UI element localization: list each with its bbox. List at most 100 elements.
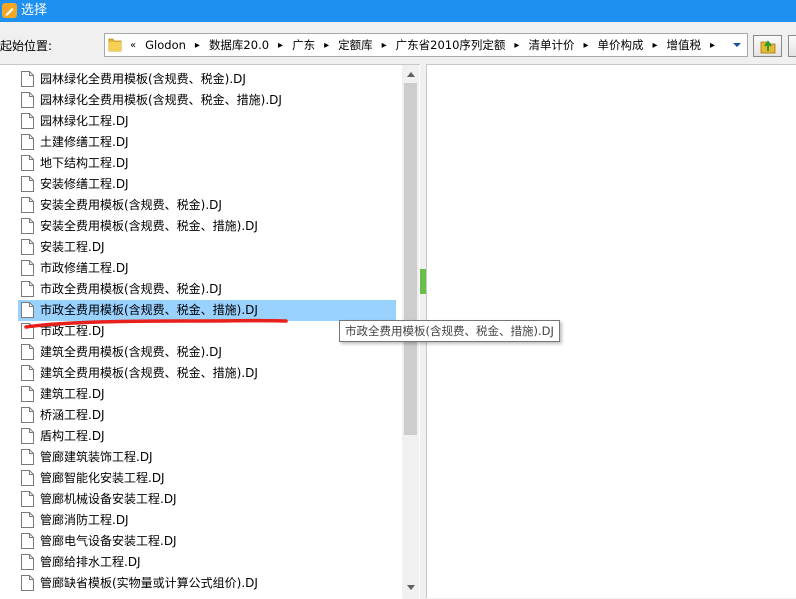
file-name: 安装工程.DJ [40, 240, 105, 254]
file-icon [21, 470, 34, 489]
file-icon [21, 323, 34, 342]
file-icon [21, 554, 34, 573]
breadcrumb-chevron-icon[interactable]: ▸ [321, 40, 332, 51]
file-item[interactable]: 安装工程.DJ [18, 237, 396, 258]
file-icon [21, 239, 34, 258]
scroll-up-button[interactable] [403, 66, 418, 82]
file-icon [21, 281, 34, 300]
breadcrumb-overflow-icon[interactable]: « [127, 40, 139, 51]
window-title: 选择 [21, 3, 48, 18]
file-name: 桥涵工程.DJ [40, 408, 105, 422]
app-icon [2, 3, 17, 18]
scroll-thumb[interactable] [404, 83, 417, 435]
arrow-down-icon [406, 584, 415, 590]
file-icon [21, 218, 34, 237]
location-label: 起始位置: [0, 39, 53, 53]
file-icon [21, 92, 34, 111]
file-name: 管廊缺省模板(实物量或计算公式组价).DJ [40, 576, 258, 590]
file-name: 管廊智能化安装工程.DJ [40, 471, 165, 485]
file-name: 安装修缮工程.DJ [40, 177, 129, 191]
file-item[interactable]: 管廊机械设备安装工程.DJ [18, 489, 396, 510]
file-item[interactable]: 建筑全费用模板(含规费、税金).DJ [18, 342, 396, 363]
breadcrumb-item[interactable]: 单价构成 [591, 37, 649, 53]
file-icon [21, 344, 34, 363]
file-icon [21, 302, 34, 321]
file-item[interactable]: 管廊智能化安装工程.DJ [18, 468, 396, 489]
file-icon [21, 260, 34, 279]
breadcrumb-chevron-icon[interactable]: ▸ [379, 40, 390, 51]
breadcrumb-chevron-icon[interactable]: ▸ [649, 40, 660, 51]
breadcrumb-item[interactable]: 定额库 [332, 37, 379, 53]
file-name: 安装全费用模板(含规费、税金、措施).DJ [40, 219, 258, 233]
folder-icon [108, 37, 122, 56]
folder-up-icon [760, 40, 776, 54]
file-icon [21, 533, 34, 552]
file-name: 园林绿化工程.DJ [40, 114, 129, 128]
file-item[interactable]: 园林绿化全费用模板(含规费、税金、措施).DJ [18, 90, 396, 111]
location-bar: 起始位置: «Glodon ▸ 数据库20.0 ▸ 广东 ▸ 定额库 ▸ 广东省2010序列定额… [0, 22, 796, 64]
breadcrumb-chevron-icon[interactable]: ▸ [707, 40, 718, 51]
file-item[interactable]: 管廊缺省模板(实物量或计算公式组价).DJ [18, 573, 396, 594]
file-item[interactable]: 安装修缮工程.DJ [18, 174, 396, 195]
path-dropdown-button[interactable] [729, 34, 745, 56]
file-icon [21, 512, 34, 531]
file-name: 园林绿化全费用模板(含规费、税金).DJ [40, 72, 246, 86]
file-item[interactable]: 地下结构工程.DJ [18, 153, 396, 174]
file-item[interactable]: 园林绿化全费用模板(含规费、税金).DJ [18, 69, 396, 90]
filename-tooltip: 市政全费用模板(含规费、税金、措施).DJ [339, 320, 560, 342]
file-icon [21, 197, 34, 216]
file-name: 土建修缮工程.DJ [40, 135, 129, 149]
file-name: 市政修缮工程.DJ [40, 261, 129, 275]
chevron-down-icon [733, 43, 741, 47]
file-icon [21, 407, 34, 426]
file-item[interactable]: 建筑全费用模板(含规费、税金、措施).DJ [18, 363, 396, 384]
file-item[interactable]: 土建修缮工程.DJ [18, 132, 396, 153]
file-item[interactable]: 管廊消防工程.DJ [18, 510, 396, 531]
file-name: 建筑全费用模板(含规费、税金、措施).DJ [40, 366, 258, 380]
file-item[interactable]: 管廊建筑装饰工程.DJ [18, 447, 396, 468]
file-name: 地下结构工程.DJ [40, 156, 129, 170]
file-icon [21, 113, 34, 132]
file-name: 市政全费用模板(含规费、税金).DJ [40, 282, 222, 296]
file-item[interactable]: 盾构工程.DJ [18, 426, 396, 447]
file-item[interactable]: 建筑工程.DJ [18, 384, 396, 405]
path-breadcrumb[interactable]: «Glodon ▸ 数据库20.0 ▸ 广东 ▸ 定额库 ▸ 广东省2010序列定额 ▸ 清单计价 ▸… [104, 33, 748, 57]
breadcrumb-item[interactable]: Glodon [139, 38, 192, 52]
breadcrumb-item[interactable]: 广东 [286, 37, 321, 53]
breadcrumb-chevron-icon[interactable]: ▸ [275, 40, 286, 51]
file-name: 市政工程.DJ [40, 324, 105, 338]
file-item[interactable]: 市政全费用模板(含规费、税金、措施).DJ [18, 300, 396, 321]
file-item[interactable]: 园林绿化工程.DJ [18, 111, 396, 132]
file-icon [21, 449, 34, 468]
breadcrumb-item[interactable]: 清单计价 [522, 37, 580, 53]
file-icon [21, 155, 34, 174]
file-name: 安装全费用模板(含规费、税金).DJ [40, 198, 222, 212]
file-item[interactable]: 桥涵工程.DJ [18, 405, 396, 426]
file-item[interactable]: 安装全费用模板(含规费、税金、措施).DJ [18, 216, 396, 237]
breadcrumb-chevron-icon[interactable]: ▸ [192, 40, 203, 51]
scroll-down-button[interactable] [403, 579, 418, 595]
file-icon [21, 71, 34, 90]
file-name: 管廊给排水工程.DJ [40, 555, 141, 569]
arrow-up-icon [406, 71, 415, 77]
breadcrumb: «Glodon ▸ 数据库20.0 ▸ 广东 ▸ 定额库 ▸ 广东省2010序列定额 ▸ 清单计价 ▸… [127, 34, 727, 56]
breadcrumb-item[interactable]: 数据库20.0 [203, 37, 275, 53]
file-name: 管廊机械设备安装工程.DJ [40, 492, 177, 506]
breadcrumb-chevron-icon[interactable]: ▸ [580, 40, 591, 51]
file-name: 盾构工程.DJ [40, 429, 105, 443]
file-name: 建筑全费用模板(含规费、税金).DJ [40, 345, 222, 359]
file-name: 建筑工程.DJ [40, 387, 105, 401]
file-icon [21, 365, 34, 384]
file-item[interactable]: 管廊电气设备安装工程.DJ [18, 531, 396, 552]
title-bar: 选择 [0, 0, 796, 22]
view-menu-button[interactable] [788, 35, 796, 57]
breadcrumb-item[interactable]: 广东省2010序列定额 [390, 37, 512, 53]
breadcrumb-item[interactable]: 增值税 [661, 37, 708, 53]
file-item[interactable]: 管廊给排水工程.DJ [18, 552, 396, 573]
file-item[interactable]: 市政修缮工程.DJ [18, 258, 396, 279]
file-item[interactable]: 安装全费用模板(含规费、税金).DJ [18, 195, 396, 216]
file-icon [21, 386, 34, 405]
breadcrumb-chevron-icon[interactable]: ▸ [511, 40, 522, 51]
up-folder-button[interactable] [753, 35, 782, 57]
file-item[interactable]: 市政全费用模板(含规费、税金).DJ [18, 279, 396, 300]
